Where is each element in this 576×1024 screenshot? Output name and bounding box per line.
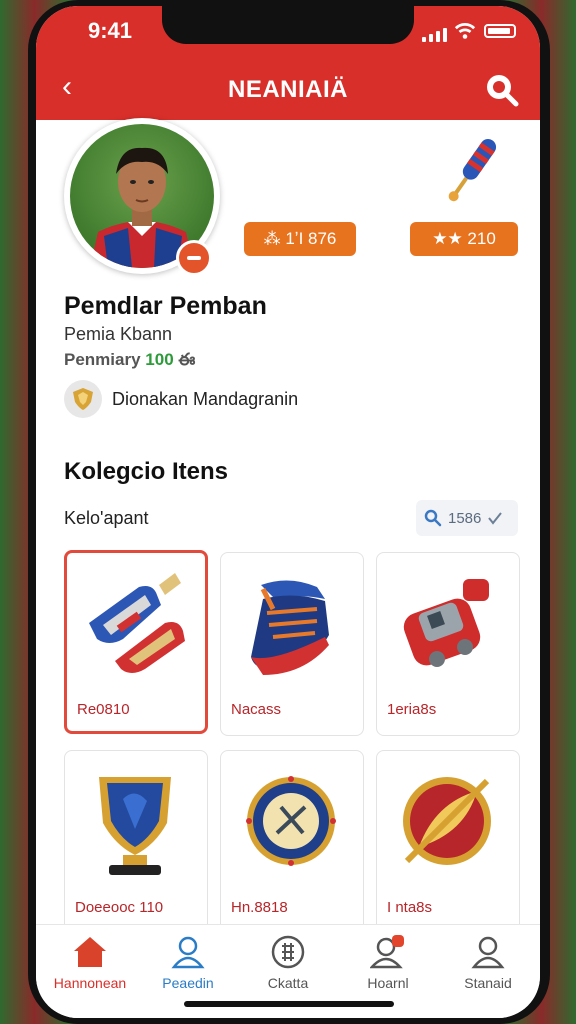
item-card[interactable]: Re0810 <box>64 550 208 734</box>
remove-photo-button[interactable] <box>176 240 212 276</box>
filter-control[interactable]: 1586 <box>416 500 518 536</box>
filter-value: 1586 <box>448 509 482 527</box>
gloves-icon <box>89 573 185 673</box>
item-label: I nta8s <box>387 899 433 916</box>
tab-label: Peaedin <box>162 975 214 991</box>
search-icon[interactable] <box>482 70 520 108</box>
status-time: 9:41 <box>88 18 133 43</box>
item-card[interactable]: Hn.8818 <box>220 750 364 934</box>
shield-badge-icon <box>64 380 102 418</box>
item-card[interactable]: Doeeooc 110 <box>64 750 208 934</box>
item-label: Hn.8818 <box>231 899 288 916</box>
app-screen: 9:41 ‹ NEANIAIÄ ⁂ 1ʼI 876 ★★ 210 Pemdlar… <box>36 6 540 1018</box>
rank-value: 100 <box>145 350 174 369</box>
badge-row[interactable]: Dionakan Mandagranin <box>64 380 298 418</box>
home-indicator <box>184 1001 394 1007</box>
item-card[interactable]: 1eria8s <box>376 552 520 736</box>
filter-label: Kelo'apant <box>64 508 149 528</box>
tab-home[interactable]: Hannonean <box>40 935 140 991</box>
tab-notifications[interactable]: Hoarnl <box>338 935 438 991</box>
tab-grid[interactable]: Ckatta <box>238 935 338 991</box>
rank-suffix: ఈ <box>178 350 196 369</box>
section-title: Kolegcio Itens <box>64 458 229 485</box>
tab-label: Stanaid <box>464 975 512 991</box>
tab-bar: Hannonean Peaedin Ckatta Hoarnl Stanaid <box>36 924 540 1018</box>
badge-text: Dionakan Mandagranin <box>112 388 299 409</box>
battery-icon <box>484 24 516 38</box>
boot-icon <box>251 580 329 675</box>
profile-subtitle: Pemia Kbann <box>64 324 173 344</box>
profile-name: Pemdlar Pemban <box>64 292 267 320</box>
tab-label: Hoarnl <box>367 975 409 991</box>
stars-stat: ★★ 210 <box>410 222 518 256</box>
medal-icon <box>246 776 336 866</box>
signal-icon <box>422 28 447 42</box>
notch <box>162 6 414 44</box>
user-icon <box>471 936 505 969</box>
notification-icon <box>370 935 404 969</box>
tab-label: Ckatta <box>267 975 309 991</box>
shield-trophy-icon <box>99 777 171 875</box>
profile-rank: Penmiary 100 ఈ <box>64 350 195 374</box>
item-label: Re0810 <box>77 701 130 718</box>
tab-label: Hannonean <box>53 975 127 991</box>
item-card[interactable]: Nacass <box>220 552 364 736</box>
item-label: Doeeooc 110 <box>75 899 164 916</box>
wifi-icon <box>454 23 476 39</box>
item-label: Nacass <box>231 701 282 718</box>
home-icon <box>74 937 106 967</box>
feather-medal-icon <box>403 777 491 865</box>
profile-icon <box>171 936 205 969</box>
page-title: NEANIAIÄ <box>227 76 348 103</box>
search-icon <box>424 509 442 527</box>
tab-profile[interactable]: Peaedin <box>138 935 238 991</box>
grid-icon <box>271 935 305 969</box>
rocket-icon <box>448 139 497 202</box>
item-card[interactable]: I nta8s <box>376 750 520 934</box>
gadget-icon <box>403 579 489 667</box>
tab-user[interactable]: Stanaid <box>438 935 538 991</box>
rank-label: Penmiary <box>64 350 141 369</box>
app-header: 9:41 ‹ NEANIAIÄ <box>36 6 540 120</box>
chevron-down-icon <box>488 512 503 525</box>
item-label: 1eria8s <box>387 701 437 718</box>
coins-stat: ⁂ 1ʼI 876 <box>244 222 356 256</box>
